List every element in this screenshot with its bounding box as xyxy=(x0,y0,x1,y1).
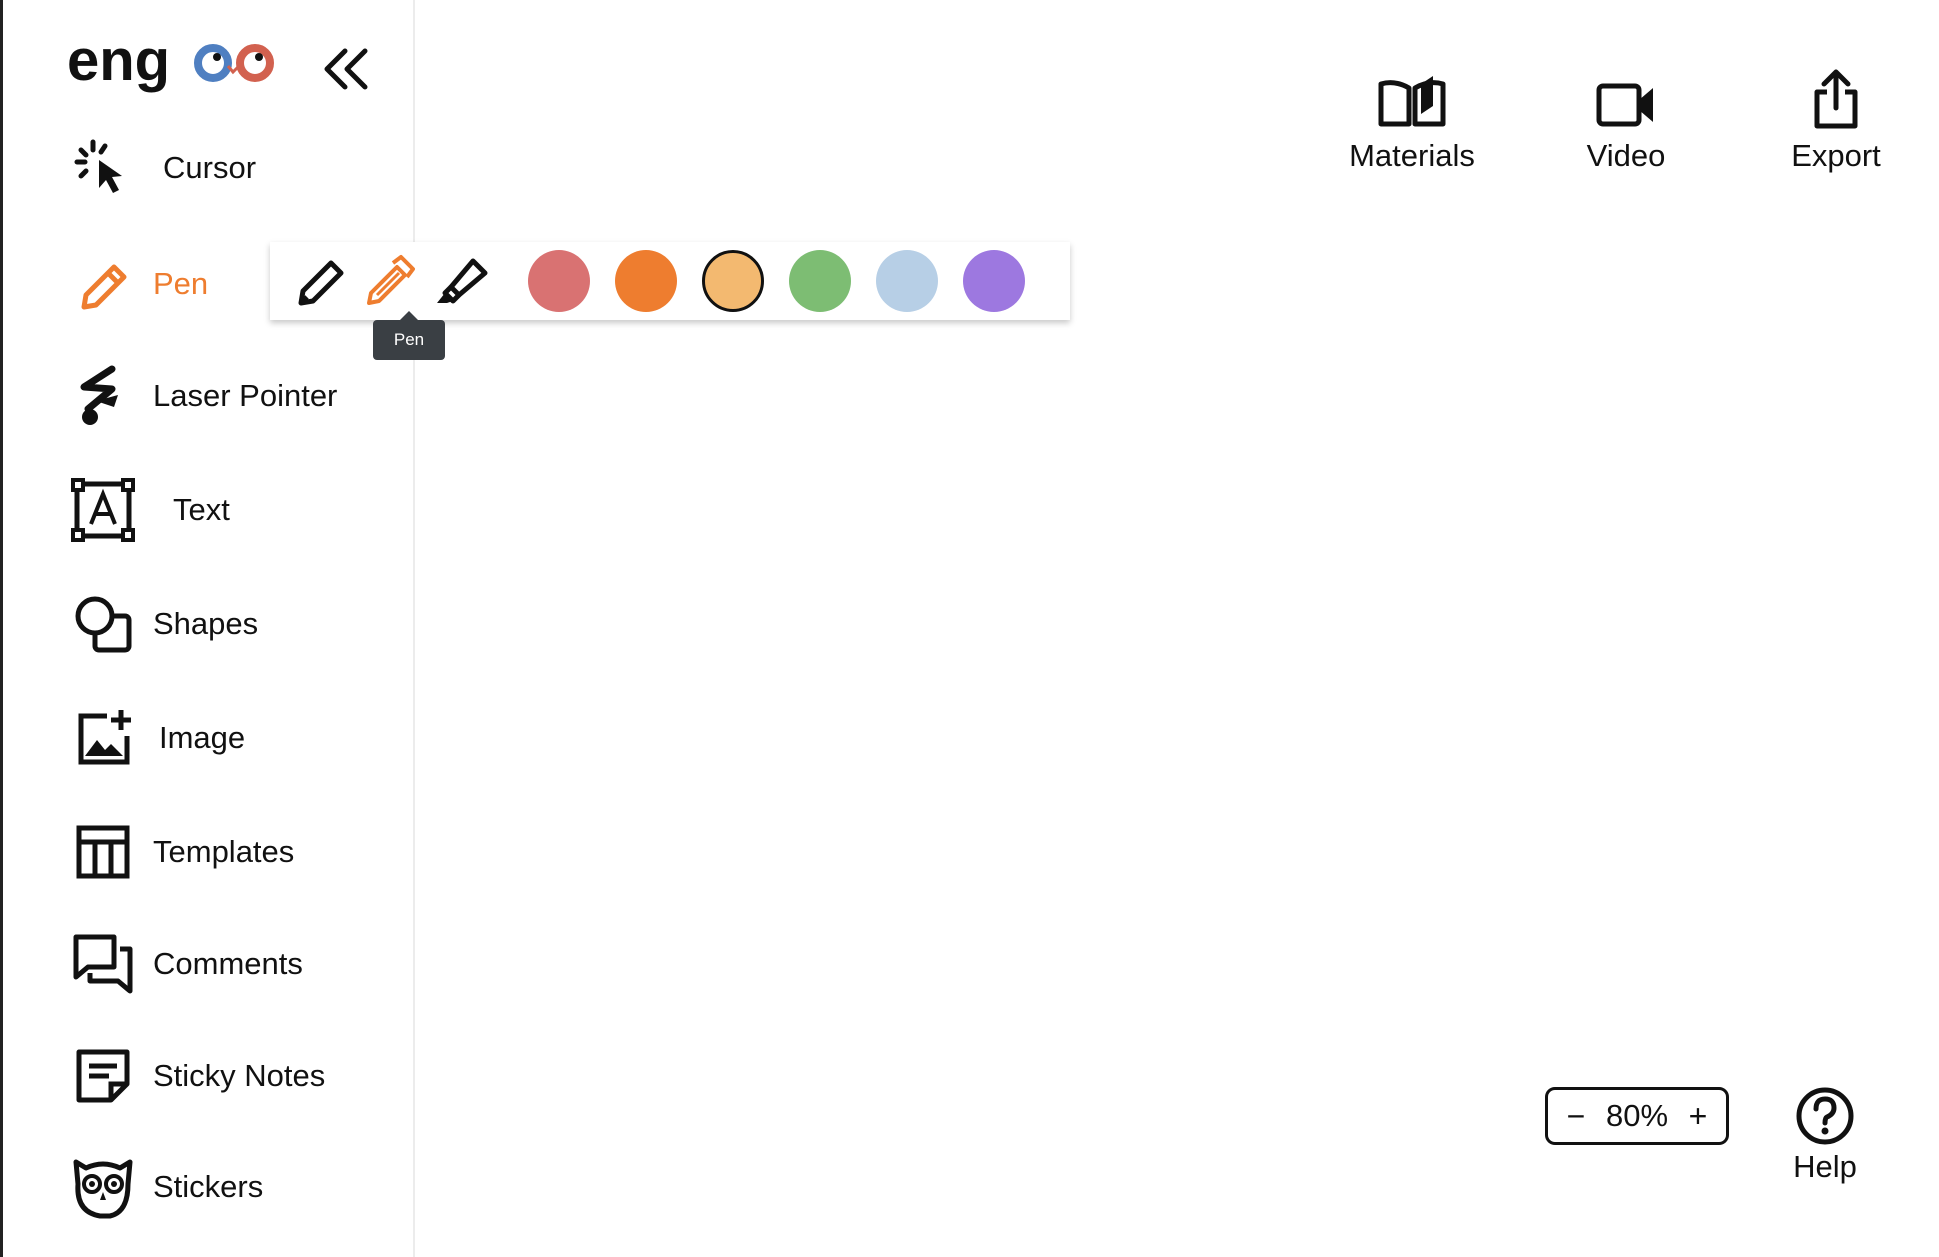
sidebar-item-label: Shapes xyxy=(153,606,259,641)
help-label: Help xyxy=(1793,1149,1857,1184)
help-button[interactable]: Help xyxy=(1775,1085,1875,1195)
sidebar-item-label: Templates xyxy=(153,834,295,869)
materials-button[interactable]: Materials xyxy=(1327,60,1497,180)
zoom-control: − 80% + xyxy=(1545,1087,1729,1145)
cursor-click-icon xyxy=(67,132,139,204)
sidebar-item-label: Image xyxy=(159,720,246,755)
shapes-icon xyxy=(67,588,139,660)
sidebar-item-stickers[interactable]: Stickers xyxy=(67,1147,387,1227)
highlighter-icon xyxy=(437,258,488,304)
svg-text:eng: eng xyxy=(67,30,170,93)
sidebar-item-comments[interactable]: Comments xyxy=(67,924,387,1004)
templates-icon xyxy=(67,816,139,888)
share-export-icon xyxy=(1811,60,1861,130)
pencil-icon xyxy=(298,260,344,306)
pen-tooltip: Pen xyxy=(373,311,445,360)
color-swatch-green[interactable] xyxy=(789,250,851,312)
pen-icon xyxy=(67,248,139,320)
sticky-note-icon xyxy=(67,1040,139,1112)
sidebar-item-text[interactable]: Text xyxy=(67,470,387,550)
book-open-icon xyxy=(1377,60,1447,130)
pen-tool-button[interactable] xyxy=(356,246,426,316)
color-swatch-red[interactable] xyxy=(528,250,590,312)
laser-pointer-icon xyxy=(67,360,139,432)
sidebar-item-sticky-notes[interactable]: Sticky Notes xyxy=(67,1036,387,1116)
export-button[interactable]: Export xyxy=(1751,60,1921,180)
sidebar-item-label: Cursor xyxy=(163,150,257,185)
sidebar-item-cursor[interactable]: Cursor xyxy=(67,128,387,208)
highlighter-tool-button[interactable] xyxy=(426,246,496,316)
pen-options-popover xyxy=(270,242,1070,320)
sidebar-item-shapes[interactable]: Shapes xyxy=(67,584,387,664)
double-pen-icon xyxy=(367,255,415,305)
color-swatch-light-orange[interactable] xyxy=(702,250,764,312)
comments-icon xyxy=(67,928,139,1000)
materials-label: Materials xyxy=(1349,138,1475,173)
image-add-icon xyxy=(67,702,139,774)
color-swatch-orange[interactable] xyxy=(615,250,677,312)
zoom-out-button[interactable]: − xyxy=(1562,1098,1590,1135)
sidebar-item-label: Sticky Notes xyxy=(153,1058,326,1093)
engoo-logo: eng xyxy=(67,30,274,93)
collapse-sidebar-button[interactable] xyxy=(321,46,371,92)
color-swatch-purple[interactable] xyxy=(963,250,1025,312)
export-label: Export xyxy=(1791,138,1881,173)
tool-sidebar: eng Cursor Pen Laser Pointer Text Shapes… xyxy=(3,0,415,1257)
sidebar-item-label: Text xyxy=(173,492,230,527)
video-camera-icon xyxy=(1595,60,1657,130)
sidebar-item-label: Comments xyxy=(153,946,303,981)
sidebar-item-templates[interactable]: Templates xyxy=(67,812,387,892)
zoom-level: 80% xyxy=(1605,1098,1669,1133)
color-swatch-light-blue[interactable] xyxy=(876,250,938,312)
pencil-tool-button[interactable] xyxy=(286,246,356,316)
text-box-icon xyxy=(67,474,139,546)
video-label: Video xyxy=(1586,138,1666,173)
zoom-in-button[interactable]: + xyxy=(1684,1098,1712,1135)
owl-sticker-icon xyxy=(67,1151,139,1223)
sidebar-item-laser-pointer[interactable]: Laser Pointer xyxy=(67,356,387,436)
double-chevron-left-icon xyxy=(324,48,368,90)
question-circle-icon xyxy=(1796,1087,1854,1145)
sidebar-item-image[interactable]: Image xyxy=(67,698,387,778)
video-button[interactable]: Video xyxy=(1541,60,1711,180)
sidebar-item-label: Stickers xyxy=(153,1169,264,1204)
sidebar-item-label: Pen xyxy=(153,266,209,301)
sidebar-item-label: Laser Pointer xyxy=(153,378,338,413)
